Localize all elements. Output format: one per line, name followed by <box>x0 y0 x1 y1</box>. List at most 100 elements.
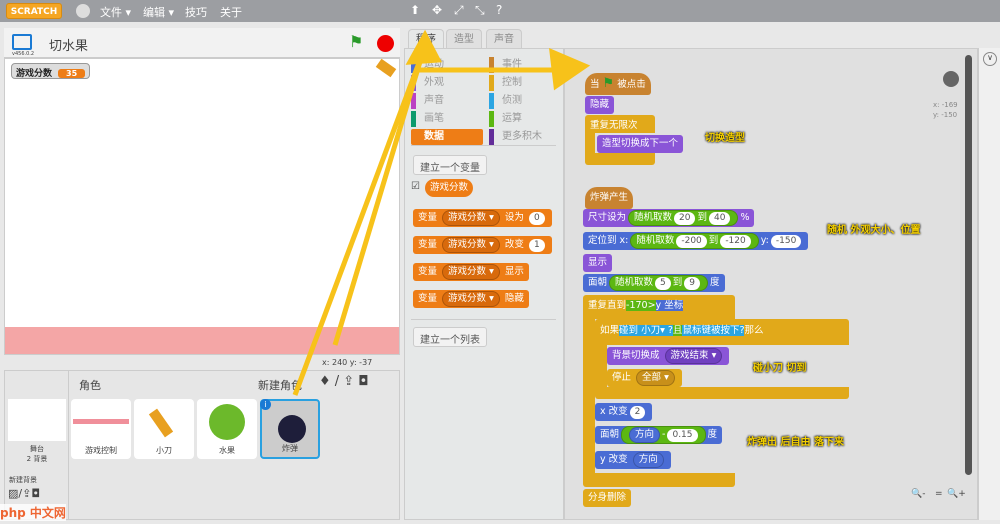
variable-monitor[interactable]: 游戏分数 35 <box>11 63 91 79</box>
variable-checkbox[interactable]: ☑ <box>411 181 420 192</box>
random-reporter[interactable]: 随机取数 20 到 40 <box>628 210 739 226</box>
menu-edit[interactable]: 编辑 ▾ <box>143 4 174 20</box>
variable-block[interactable]: 变量 游戏分数 ▾ 改变 1 <box>413 236 552 254</box>
variable-reporter[interactable]: 游戏分数 <box>425 179 474 197</box>
show-block[interactable]: 显示 <box>583 254 613 272</box>
number-input[interactable]: 1 <box>528 239 545 252</box>
next-costume-block[interactable]: 造型切换成下一个 <box>597 135 684 153</box>
tab-costumes[interactable]: 造型 <box>446 29 482 49</box>
when-receive-block[interactable]: 炸弹产生 <box>585 187 634 209</box>
number-input[interactable]: -120 <box>720 235 751 248</box>
touching-reporter[interactable]: 碰到 小刀▾ ? <box>619 325 673 336</box>
number-input[interactable]: -200 <box>676 235 707 248</box>
direction-reporter[interactable]: 方向 <box>632 452 664 468</box>
number-input[interactable]: 5 <box>655 277 671 290</box>
help-icon[interactable]: ? <box>496 3 502 17</box>
switch-backdrop-block[interactable]: 背景切换成 游戏结束 ▾ <box>607 347 730 365</box>
globe-icon[interactable] <box>76 4 90 18</box>
delete-clone-block[interactable]: 分身删除 <box>583 489 632 507</box>
project-title[interactable]: 切水果 <box>49 35 88 54</box>
category-4[interactable]: 声音 <box>411 93 483 109</box>
variable-block[interactable]: 变量 游戏分数 ▾ 隐藏 <box>413 290 529 308</box>
stop-dropdown[interactable]: 全部 ▾ <box>636 370 675 386</box>
and-reporter[interactable]: 碰到 小刀▾ ?且鼠标键被按下? <box>619 325 745 336</box>
sprite-thumb[interactable]: 小刀 <box>134 399 194 459</box>
variable-dropdown[interactable]: 游戏分数 ▾ <box>442 291 500 307</box>
backdrop-tools-icon[interactable]: ▨/⇪◘ <box>8 487 40 500</box>
variable-dropdown[interactable]: 游戏分数 ▾ <box>442 264 500 280</box>
backdrop-dropdown[interactable]: 游戏结束 ▾ <box>664 348 723 364</box>
sprite-thumb[interactable]: 游戏控制 <box>71 399 131 459</box>
stage-thumbnail[interactable] <box>8 399 66 441</box>
variable-dropdown[interactable]: 游戏分数 ▾ <box>442 210 500 226</box>
change-x-block[interactable]: x 改变 2 <box>595 403 653 421</box>
shrink-icon[interactable]: ⤡ <box>475 3 485 18</box>
category-3[interactable]: 控制 <box>489 75 561 91</box>
menu-tips[interactable]: 技巧 <box>185 4 207 20</box>
category-8[interactable]: 数据 <box>411 129 483 145</box>
random-reporter[interactable]: 随机取数 -200 到 -120 <box>630 233 759 249</box>
number-input[interactable]: 9 <box>684 277 701 290</box>
category-5[interactable]: 侦测 <box>489 93 561 109</box>
y-position-reporter[interactable]: y 坐标 <box>655 300 684 311</box>
menu-file[interactable]: 文件 ▾ <box>100 4 131 20</box>
number-input[interactable]: 0.15 <box>667 429 698 442</box>
change-y-block[interactable]: y 改变 方向 <box>595 451 671 469</box>
sprite-thumb-selected[interactable]: i 炸弹 <box>260 399 320 459</box>
random-reporter[interactable]: 随机取数 5 到 9 <box>609 275 709 291</box>
make-list-button[interactable]: 建立一个列表 <box>413 327 487 347</box>
set-size-block[interactable]: 尺寸设为 随机取数 20 到 40% <box>583 209 755 227</box>
number-input[interactable]: 2 <box>629 406 646 419</box>
number-input[interactable]: -170 <box>626 300 648 311</box>
category-1[interactable]: 事件 <box>489 57 561 73</box>
zoom-out-button[interactable]: 🔍- <box>911 489 925 499</box>
scratch-logo[interactable]: SCRATCH <box>6 3 62 19</box>
number-input[interactable]: 0 <box>528 212 545 225</box>
category-0[interactable]: 运动 <box>411 57 483 73</box>
category-9[interactable]: 更多积木 <box>489 129 561 145</box>
grow-icon[interactable]: ⤢ <box>454 3 464 18</box>
block-text: 度 <box>710 277 720 288</box>
block-text: y 改变 <box>600 454 628 465</box>
direction-reporter[interactable]: 方向 <box>629 427 661 443</box>
info-icon[interactable]: i <box>260 399 271 410</box>
sprite-thumb[interactable]: 水果 <box>197 399 257 459</box>
subtract-reporter[interactable]: 方向 -0.15 <box>621 426 706 444</box>
point-direction-block[interactable]: 面朝 随机取数 5 到 9 度 <box>583 274 725 292</box>
stage-canvas[interactable]: 游戏分数 35 <box>4 58 400 355</box>
variable-block[interactable]: 变量 游戏分数 ▾ 显示 <box>413 263 529 281</box>
fullscreen-icon[interactable] <box>12 34 32 50</box>
category-6[interactable]: 画笔 <box>411 111 483 127</box>
zoom-in-button[interactable]: 🔍+ <box>947 489 966 499</box>
number-input[interactable]: 40 <box>709 212 731 225</box>
duplicate-icon[interactable]: ⬆ <box>410 3 420 17</box>
variable-dropdown[interactable]: 游戏分数 ▾ <box>442 237 500 253</box>
number-input[interactable]: 20 <box>674 212 696 225</box>
new-sprite-tools-icon[interactable]: ♦ / ⇪ ◘ <box>319 374 369 389</box>
tab-scripts[interactable]: 程序 <box>408 29 444 49</box>
greater-than-reporter[interactable]: -170>y 坐标 <box>626 300 684 311</box>
zoom-reset-button[interactable]: = <box>935 489 943 499</box>
green-flag-icon[interactable]: ⚑ <box>349 32 363 51</box>
go-to-xy-block[interactable]: 定位到 x: 随机取数 -200 到 -120 y: -150 <box>583 232 809 250</box>
collapse-icon[interactable]: ∨ <box>983 52 997 66</box>
category-2[interactable]: 外观 <box>411 75 483 91</box>
knife-sprite[interactable] <box>375 58 397 78</box>
stop-icon[interactable] <box>377 35 394 52</box>
delete-icon[interactable]: ✥ <box>432 3 442 17</box>
category-7[interactable]: 运算 <box>489 111 561 127</box>
number-input[interactable]: -150 <box>770 235 802 248</box>
variable-block[interactable]: 变量 游戏分数 ▾ 设为 0 <box>413 209 552 227</box>
hide-block[interactable]: 隐藏 <box>585 96 615 114</box>
stop-all-block[interactable]: 停止 全部 ▾ <box>607 369 682 387</box>
script-area[interactable]: 当 ⚑ 被点击 隐藏 重复无限次 造型切换成下一个 炸弹产生 尺寸设为 随机取数 2… <box>564 48 978 520</box>
sprite-dropdown[interactable]: 小刀 <box>641 325 660 336</box>
scrollbar[interactable] <box>965 55 972 475</box>
menu-about[interactable]: 关于 <box>220 4 242 20</box>
make-variable-button[interactable]: 建立一个变量 <box>413 155 487 175</box>
point-direction-block[interactable]: 面朝 方向 -0.15 度 <box>595 426 723 444</box>
mouse-down-reporter[interactable]: 鼠标键被按下? <box>682 325 745 336</box>
tab-sounds[interactable]: 声音 <box>486 29 522 49</box>
sprite-panel: 舞台 2 背景 新建背景 ▨/⇪◘ 角色 新建角色 ♦ / ⇪ ◘ 游戏控制 小… <box>4 370 400 520</box>
when-flag-clicked-block[interactable]: 当 ⚑ 被点击 <box>585 73 651 95</box>
